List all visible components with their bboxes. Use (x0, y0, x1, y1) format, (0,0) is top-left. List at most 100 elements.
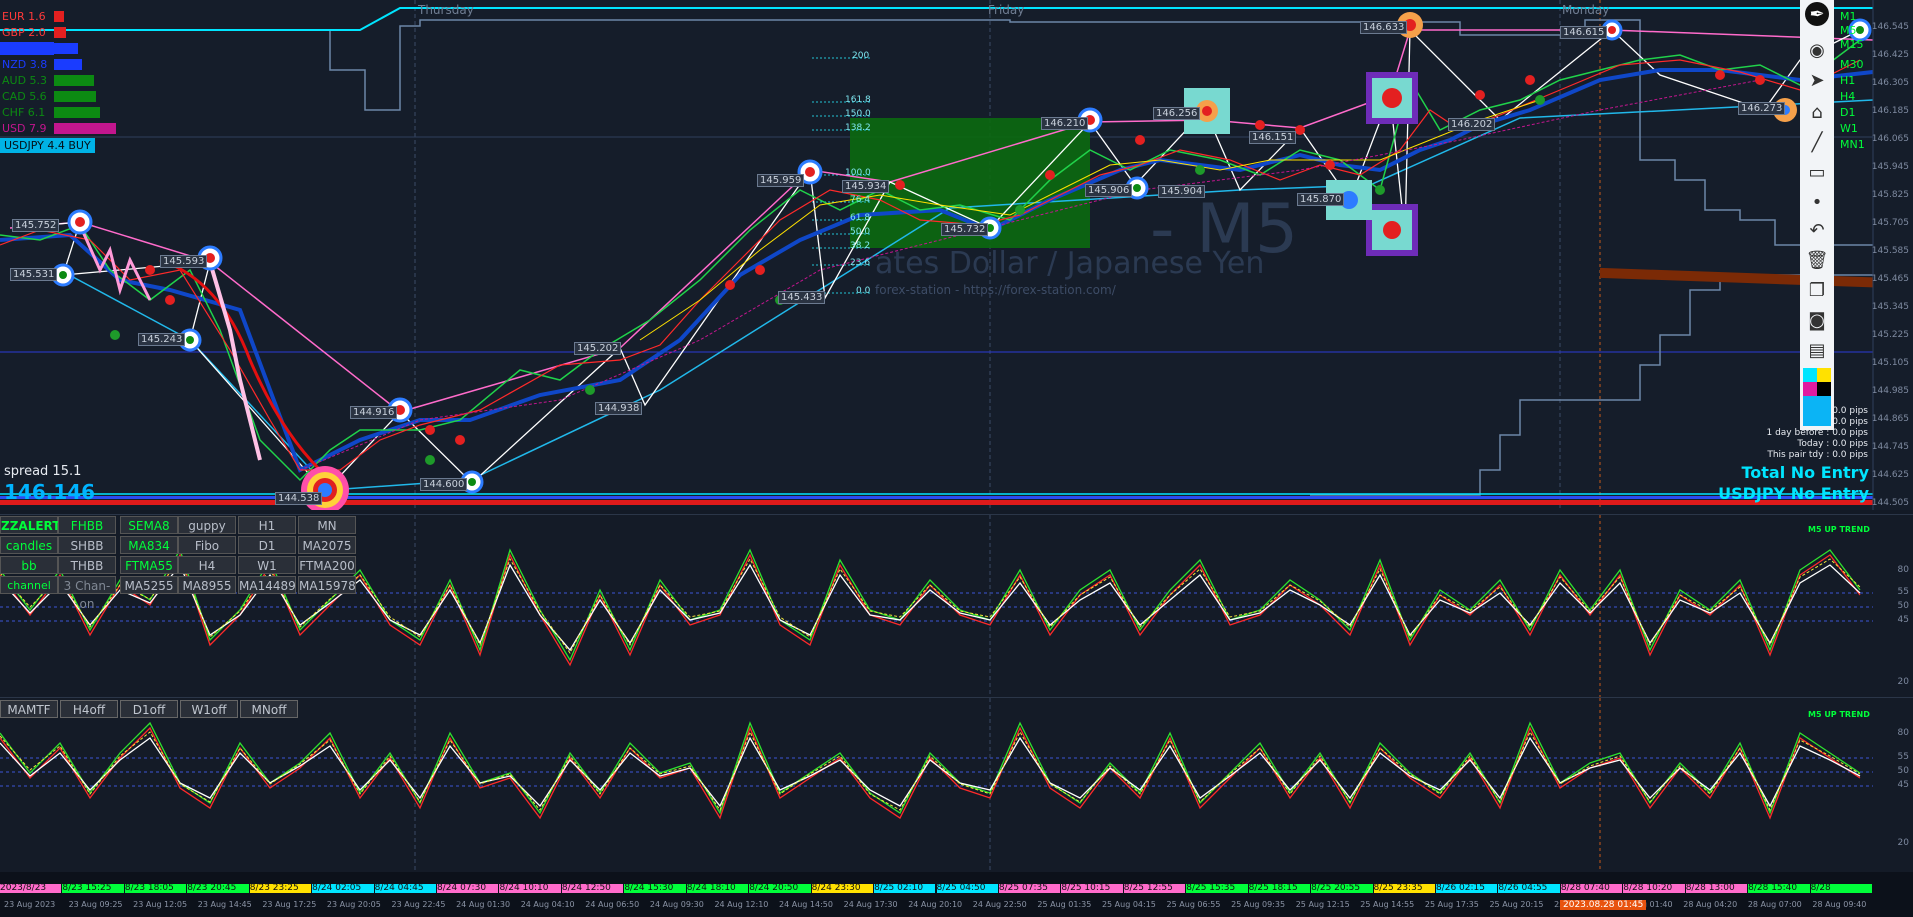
strength-value: 5.3 (29, 74, 48, 87)
strength-bar (54, 123, 116, 134)
btn-mn[interactable]: MN (298, 516, 356, 534)
btn-h1[interactable]: H1 (238, 516, 296, 534)
eye-icon[interactable]: ◉ (1805, 38, 1829, 62)
osc-tick: 50 (1897, 601, 1909, 611)
session-segment: 8/25 20:55 (1311, 884, 1373, 893)
session-segment: 8/24 23:30 (811, 884, 874, 893)
btn-h4[interactable]: H4 (178, 556, 236, 574)
time-tick-label: 23 Aug 2023 (4, 900, 56, 909)
day-label-friday: Friday (988, 3, 1025, 17)
session-segment: 8/28 (1810, 884, 1872, 893)
price-scale[interactable]: 146.545 146.425 146.305 146.185 146.065 … (1871, 0, 1913, 510)
btn-mnoff[interactable]: MNoff (240, 700, 298, 718)
session-segment: 8/24 18:10 (686, 884, 749, 893)
time-tick-label: 25 Aug 17:35 (1424, 900, 1479, 909)
btn-fhbb[interactable]: FHBB (58, 516, 116, 534)
swing-label: 145.593 (160, 255, 208, 268)
strength-label: EUR (2, 10, 25, 23)
tf-m5[interactable]: M5 (1840, 24, 1857, 37)
btn-bb[interactable]: bb (0, 556, 58, 574)
time-tick-label: 25 Aug 01:35 (1037, 900, 1092, 909)
time-tick-label: 24 Aug 14:50 (779, 900, 833, 909)
cursor-icon[interactable]: ➤ (1805, 68, 1829, 92)
clipboard-icon[interactable]: ▤ (1805, 338, 1829, 362)
tf-d1[interactable]: D1 (1840, 106, 1855, 119)
fib-level-150: 150.0 (845, 109, 871, 119)
btn-shbb[interactable]: SHBB (58, 536, 116, 554)
time-tick-label: 25 Aug 20:15 (1489, 900, 1544, 909)
btn-zzalert[interactable]: ZZALERT (0, 516, 60, 534)
trash-icon[interactable]: 🗑 (1805, 248, 1829, 272)
price-tick: 144.505 (1871, 498, 1909, 508)
session-segment: 8/24 15:30 (624, 884, 686, 893)
strength-bar (54, 107, 100, 118)
osc-tick: 45 (1897, 615, 1909, 625)
tf-h4[interactable]: H4 (1840, 90, 1855, 103)
price-tick: 146.305 (1871, 78, 1909, 88)
tf-mn1[interactable]: MN1 (1840, 138, 1865, 151)
session-segment: 8/28 07:40 (1560, 884, 1623, 893)
fib-level-0: 0.0 (856, 286, 871, 296)
btn-fibo[interactable]: Fibo (178, 536, 236, 554)
btn-w1[interactable]: W1 (238, 556, 296, 574)
osc-tick: 80 (1897, 728, 1909, 738)
strength-bar (54, 75, 94, 86)
eraser-icon[interactable]: ▭ (1805, 160, 1829, 184)
oscillator-2-canvas (0, 698, 1873, 873)
time-tick-label: 23 Aug 09:25 (68, 900, 123, 909)
session-segment: 8/25 12:55 (1123, 884, 1186, 893)
tf-w1[interactable]: W1 (1840, 122, 1858, 135)
btn-thbb[interactable]: THBB (58, 556, 116, 574)
time-tick-label: 24 Aug 12:10 (714, 900, 769, 909)
tf-m30[interactable]: M30 (1840, 58, 1864, 71)
oscillator-panel-1[interactable]: ZZALERT FHBB SEMA8 guppy H1 MN candles S… (0, 514, 1913, 697)
btn-ftma55[interactable]: FTMA55 (120, 556, 178, 574)
session-segment: 8/28 13:00 (1685, 884, 1748, 893)
price-tick: 146.425 (1871, 50, 1909, 60)
time-axis[interactable]: 2023/8/23 8/23 15:25 8/23 18:05 8/23 20:45 8… (0, 872, 1913, 917)
btn-d1[interactable]: D1 (238, 536, 296, 554)
line-icon[interactable]: ╱ (1805, 130, 1829, 154)
color-swatches[interactable] (1803, 368, 1831, 426)
btn-guppy[interactable]: guppy (178, 516, 236, 534)
pen-icon[interactable]: ✒ (1805, 2, 1829, 26)
tf-m1[interactable]: M1 (1840, 10, 1857, 23)
btn-d1off[interactable]: D1off (120, 700, 178, 718)
session-segment: 8/26 02:15 (1435, 884, 1498, 893)
tf-m15[interactable]: M15 (1840, 38, 1864, 51)
strength-value: 3.8 (29, 58, 48, 71)
btn-sema8[interactable]: SEMA8 (120, 516, 178, 534)
camera-icon[interactable]: ◙ (1805, 308, 1829, 332)
spread-label: spread 15.1 (4, 464, 82, 479)
btn-3-chan-on[interactable]: 3 Chan-on (58, 576, 116, 611)
strength-row-aud: AUD 5.3 (0, 74, 94, 87)
time-tick-label: 25 Aug 06:55 (1166, 900, 1221, 909)
day-label-monday: Monday (1562, 3, 1610, 17)
fib-level-1618: 161.8 (845, 95, 871, 105)
strength-row-jpy: JPY 3.1 (0, 42, 78, 55)
oscillator-panel-2[interactable]: MAMTF H4off D1off W1off MNoff M5 UP TREN… (0, 697, 1913, 873)
price-tick: 145.465 (1871, 274, 1909, 284)
btn-h4off[interactable]: H4off (60, 700, 118, 718)
btn-ma14489[interactable]: MA14489 (238, 576, 296, 594)
tag-icon[interactable]: ⌂ (1805, 100, 1829, 124)
dot-icon[interactable]: • (1805, 190, 1829, 214)
session-segment: 8/26 04:55 (1498, 884, 1560, 893)
btn-channel[interactable]: channel (0, 576, 58, 594)
tf-h1[interactable]: H1 (1840, 74, 1855, 87)
swing-label: 144.916 (350, 406, 398, 419)
btn-ma15978[interactable]: MA15978 (298, 576, 356, 594)
btn-ma8955[interactable]: MA8955 (178, 576, 236, 594)
btn-ma834[interactable]: MA834 (120, 536, 178, 554)
strength-row-cad: CAD 5.6 (0, 90, 96, 103)
btn-candles[interactable]: candles (0, 536, 58, 554)
btn-ftma200[interactable]: FTMA200 (298, 556, 356, 574)
copy-icon[interactable]: ❐ (1805, 278, 1829, 302)
btn-w1off[interactable]: W1off (180, 700, 238, 718)
btn-ma5255[interactable]: MA5255 (120, 576, 178, 594)
btn-ma2075[interactable]: MA2075 (298, 536, 356, 554)
btn-mamtf[interactable]: MAMTF (0, 700, 58, 718)
session-segment: 8/25 04:50 (936, 884, 998, 893)
undo-icon[interactable]: ↶ (1805, 218, 1829, 242)
main-chart[interactable]: - M5 Thursday Friday Monday ates Dollar … (0, 0, 1913, 510)
